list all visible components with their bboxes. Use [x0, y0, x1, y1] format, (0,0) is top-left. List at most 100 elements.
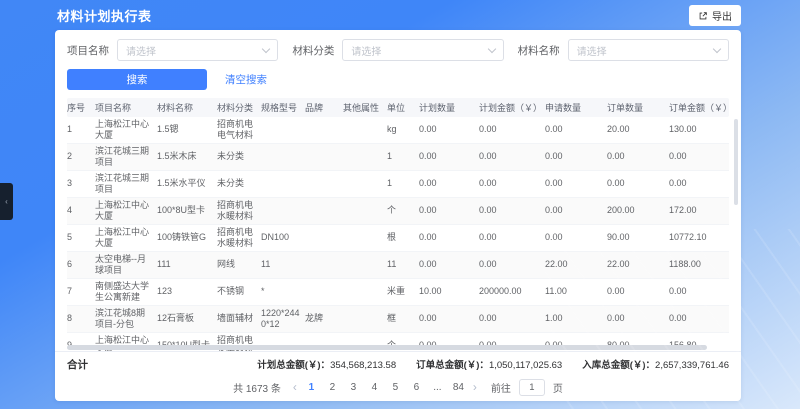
cell: 上海松江中心大厦 [95, 119, 157, 142]
pagination: 共 1673 条 ‹ 123456...84 › 前往 页 [55, 376, 741, 401]
page-ellipsis[interactable]: ... [431, 382, 444, 393]
summary-item-value: 354,568,213.58 [330, 360, 396, 371]
sidebar-collapse-handle[interactable]: ‹ [0, 183, 13, 220]
table-row[interactable]: 1上海松江中心大厦1.5锶招商机电电气材料kg0.000.000.0020.00… [67, 117, 729, 144]
cell: 0.00 [479, 205, 545, 216]
next-page-icon[interactable]: › [473, 381, 477, 393]
page-background: 材料计划执行表 导出 ‹ 项目名称请选择材料分类请选择材料名称请选择 搜索 清空… [0, 0, 800, 409]
cell: kg [387, 124, 419, 135]
action-bar: 搜索 清空搜索 [55, 61, 741, 98]
cell: 1.5米水平仪 [157, 178, 217, 189]
cell: 0.00 [479, 151, 545, 162]
table-row[interactable]: 7南侧盛达大学生公寓新建123不锈钢*米重10.00200000.0011.00… [67, 279, 729, 306]
cell: 未分类 [217, 178, 261, 189]
cell: 墙面辅材 [217, 313, 261, 324]
cell: 上海松江中心大厦 [95, 227, 157, 250]
column-header: 品牌 [305, 101, 343, 114]
cell: 招商机电水暖材料 [217, 200, 261, 223]
column-header: 计划数量 [419, 101, 479, 114]
page-number-84[interactable]: 84 [452, 382, 465, 393]
column-header: 项目名称 [95, 101, 157, 114]
column-header: 材料名称 [157, 101, 217, 114]
summary-row: 合计 计划总金额(￥)：354,568,213.58订单总金额(￥)：1,050… [55, 351, 741, 376]
collapse-icon: ‹ [5, 198, 8, 206]
clear-search-link[interactable]: 清空搜索 [225, 72, 267, 87]
cell: 南侧盛达大学生公寓新建 [95, 281, 157, 304]
vertical-scrollbar[interactable] [734, 119, 738, 205]
cell: 1 [387, 178, 419, 189]
select-placeholder: 请选择 [351, 43, 381, 58]
page-number-6[interactable]: 6 [410, 382, 423, 393]
horizontal-scrollbar[interactable] [67, 345, 707, 350]
chevron-down-icon [487, 44, 495, 52]
cell: 根 [387, 232, 419, 243]
cell: 1.5锶 [157, 124, 217, 135]
cell: 1188.00 [669, 259, 727, 270]
cell: 0.00 [545, 205, 607, 216]
cell: 0.00 [479, 124, 545, 135]
cell: 3 [67, 178, 95, 189]
summary-item-1: 订单总金额(￥)：1,050,117,025.63 [416, 357, 562, 371]
cell: 1 [387, 151, 419, 162]
cell: 1 [67, 124, 95, 135]
cell: 7 [67, 286, 95, 297]
cell: 0.00 [669, 313, 727, 324]
cell: 0.00 [419, 259, 479, 270]
cell: 个 [387, 205, 419, 216]
page-number-2[interactable]: 2 [326, 382, 339, 393]
page-number-3[interactable]: 3 [347, 382, 360, 393]
filter-select[interactable]: 请选择 [117, 39, 278, 61]
cell: 0.00 [419, 178, 479, 189]
filter-select[interactable]: 请选择 [342, 39, 503, 61]
cell: 上海松江中心大厦 [95, 200, 157, 223]
table-row[interactable]: 3滨江花城三期项目1.5米水平仪未分类10.000.000.000.000.00 [67, 171, 729, 198]
table-row[interactable]: 4上海松江中心大厦100*8U型卡招商机电水暖材料个0.000.000.0020… [67, 198, 729, 225]
column-header: 序号 [67, 101, 95, 114]
summary-item-value: 2,657,339,761.46 [655, 360, 729, 371]
goto-page-input[interactable] [519, 379, 545, 396]
select-placeholder: 请选择 [577, 43, 607, 58]
prev-page-icon[interactable]: ‹ [293, 381, 297, 393]
cell: 4 [67, 205, 95, 216]
page-number-4[interactable]: 4 [368, 382, 381, 393]
cell: 20.00 [607, 124, 669, 135]
cell: 不锈钢 [217, 286, 261, 297]
cell: 11 [387, 259, 419, 270]
table-row[interactable]: 6太空电梯--月球项目111网线11110.000.0022.0022.0011… [67, 252, 729, 279]
cell: 滨江花城三期项目 [95, 146, 157, 169]
cell: 0.00 [419, 205, 479, 216]
column-header: 申请数量 [545, 101, 607, 114]
total-label: 合计 [67, 357, 88, 372]
cell: 0.00 [545, 232, 607, 243]
filter-label: 项目名称 [67, 43, 109, 58]
page-number-5[interactable]: 5 [389, 382, 402, 393]
cell: 1.00 [545, 313, 607, 324]
cell: 12石膏板 [157, 313, 217, 324]
cell: 0.00 [479, 259, 545, 270]
summary-totals: 计划总金额(￥)：354,568,213.58订单总金额(￥)：1,050,11… [257, 357, 729, 371]
page-number-1[interactable]: 1 [305, 382, 318, 393]
cell: 11 [261, 259, 305, 270]
cell: 未分类 [217, 151, 261, 162]
export-icon [698, 11, 708, 21]
page-numbers: 123456... 84 [305, 382, 465, 393]
cell: 0.00 [419, 151, 479, 162]
filter-group-0: 项目名称请选择 [67, 39, 278, 61]
cell: 0.00 [669, 286, 727, 297]
search-button[interactable]: 搜索 [67, 69, 207, 90]
pagination-total: 共 1673 条 [233, 380, 281, 395]
cell: 130.00 [669, 124, 727, 135]
table-row[interactable]: 8滨江花城8期项目-分包12石膏板墙面辅材1220*2440*12龙牌框0.00… [67, 306, 729, 333]
chevron-down-icon [262, 44, 270, 52]
cell: 龙牌 [305, 313, 343, 324]
column-header: 订单数量 [607, 101, 669, 114]
table-row[interactable]: 5上海松江中心大厦100铸铁管G招商机电水暖材料DN100根0.000.000.… [67, 225, 729, 252]
cell: 2 [67, 151, 95, 162]
page-suffix: 页 [553, 380, 563, 395]
export-button[interactable]: 导出 [689, 5, 741, 26]
top-bar: 材料计划执行表 导出 [0, 0, 800, 30]
cell: 200.00 [607, 205, 669, 216]
filter-select[interactable]: 请选择 [568, 39, 729, 61]
table-row[interactable]: 2滨江花城三期项目1.5米木床未分类10.000.000.000.000.00 [67, 144, 729, 171]
cell: 22.00 [545, 259, 607, 270]
